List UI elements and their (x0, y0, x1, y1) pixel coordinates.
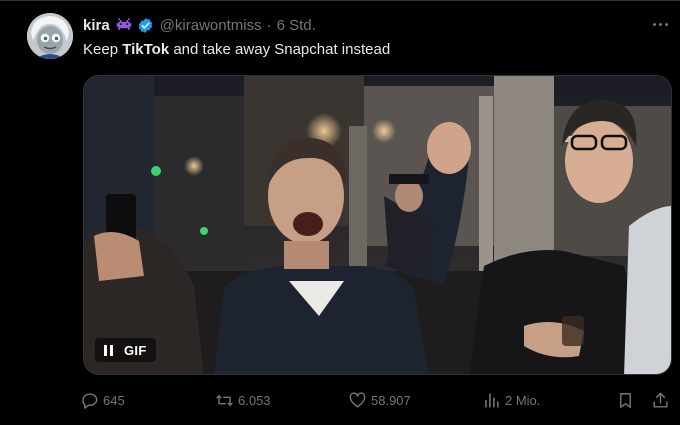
more-horizontal-icon[interactable] (646, 14, 674, 34)
pause-icon[interactable] (104, 344, 113, 356)
verified-badge-icon[interactable] (137, 17, 154, 34)
author-avatar[interactable] (27, 13, 73, 59)
heart-icon (349, 391, 366, 408)
gif-badge[interactable]: GIF (95, 338, 156, 362)
tweet-text: Keep TikTok and take away Snapchat inste… (83, 40, 390, 60)
alien-monster-icon (115, 17, 133, 33)
views-count: 2 Mio. (505, 392, 541, 408)
share-button[interactable] (651, 388, 670, 412)
bookmark-button[interactable] (616, 388, 635, 412)
author-name[interactable]: kira (83, 17, 110, 34)
tweet-text-bold: TikTok (122, 41, 170, 58)
reply-count: 645 (103, 392, 125, 408)
gif-label: GIF (124, 342, 147, 358)
repost-count: 6.053 (238, 392, 271, 408)
tweet-text-start: Keep (83, 41, 123, 58)
like-button[interactable]: 58.907 (348, 388, 411, 412)
repost-button[interactable]: 6.053 (215, 388, 271, 412)
gif-frame-image (84, 76, 671, 374)
avatar-image (27, 13, 73, 59)
separator-dot: · (266, 16, 272, 34)
bookmark-icon (620, 392, 631, 408)
share-icon (653, 392, 668, 408)
gif-media[interactable]: GIF (83, 75, 672, 375)
repost-icon (216, 394, 233, 406)
tweet-actions: 645 6.053 58.907 2 Mio. (80, 388, 674, 412)
views-button[interactable]: 2 Mio. (482, 388, 540, 412)
views-chart-icon (485, 392, 499, 408)
author-handle[interactable]: @kirawontmiss (160, 17, 262, 34)
reply-button[interactable]: 645 (80, 388, 125, 412)
tweet-header: kira @kirawontmiss · 6 Std. (83, 15, 316, 35)
top-divider (0, 0, 680, 1)
tweet-text-end: and take away Snapchat instead (169, 41, 391, 58)
like-count: 58.907 (371, 392, 411, 408)
timestamp[interactable]: 6 Std. (277, 17, 316, 34)
reply-icon (82, 392, 98, 409)
